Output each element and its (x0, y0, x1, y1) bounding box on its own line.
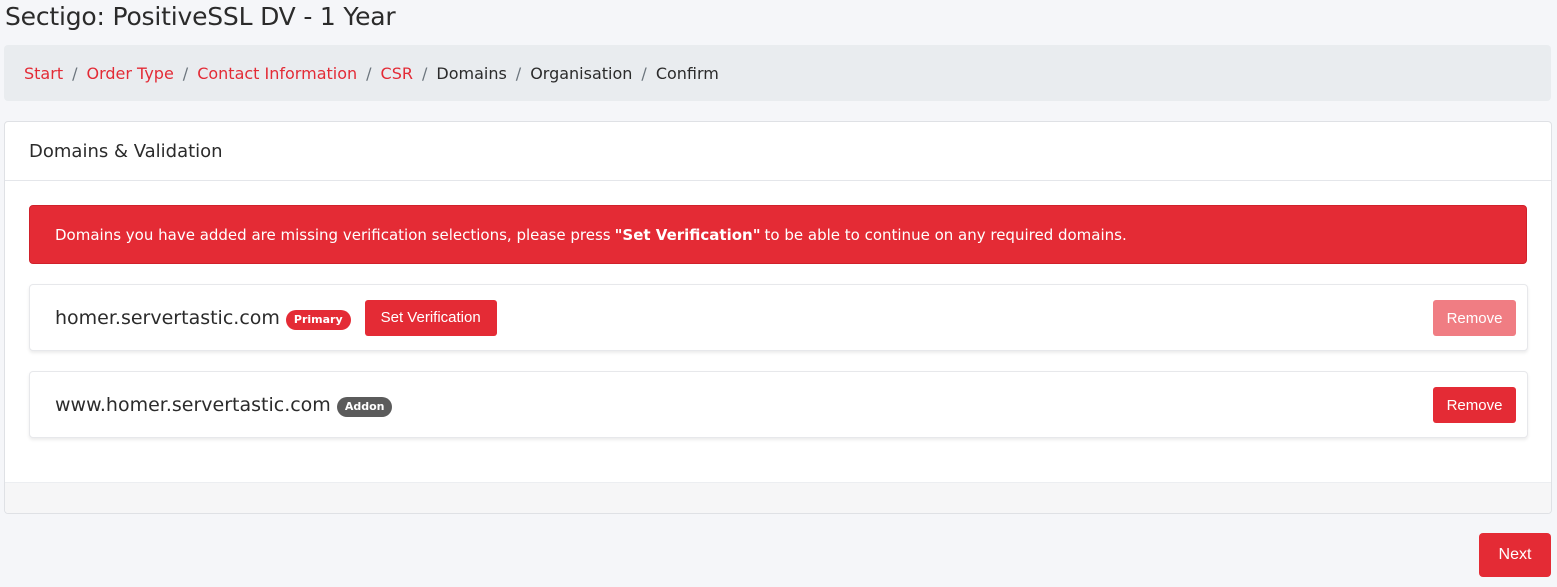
breadcrumb-confirm: Confirm (655, 63, 719, 83)
alert-emphasis: "Set Verification" (614, 225, 761, 244)
breadcrumb-domains: Domains (436, 63, 507, 83)
remove-button[interactable]: Remove (1433, 387, 1516, 423)
addon-badge: Addon (336, 396, 393, 417)
breadcrumb-contact-information-link[interactable]: Contact Information (197, 64, 357, 83)
breadcrumb-separator: / (182, 63, 189, 83)
alert-text-end: to be able to continue on any required d… (764, 225, 1127, 244)
domains-validation-card: Domains & Validation Domains you have ad… (4, 121, 1552, 514)
breadcrumb-csr-link[interactable]: CSR (381, 64, 413, 83)
domain-name: www.homer.servertastic.com (55, 393, 331, 416)
card-footer (5, 482, 1551, 513)
set-verification-button[interactable]: Set Verification (364, 299, 497, 336)
domain-row-addon: www.homer.servertastic.com Addon Remove (29, 371, 1528, 438)
breadcrumb-order-type-link[interactable]: Order Type (86, 64, 173, 83)
breadcrumb-separator: / (515, 63, 522, 83)
next-button[interactable]: Next (1479, 533, 1551, 577)
breadcrumb-organisation: Organisation (530, 63, 633, 83)
missing-verification-alert: Domains you have added are missing verif… (29, 205, 1527, 264)
breadcrumb-separator: / (72, 63, 78, 83)
domain-row-primary: homer.servertastic.com Primary Set Verif… (29, 284, 1528, 351)
card-title: Domains & Validation (5, 122, 1551, 181)
domain-name: homer.servertastic.com (55, 306, 280, 329)
breadcrumb-separator: / (366, 63, 372, 83)
breadcrumb-separator: / (421, 63, 428, 83)
page-title: Sectigo: PositiveSSL DV - 1 Year (5, 2, 396, 31)
alert-text: Domains you have added are missing verif… (55, 225, 611, 244)
breadcrumb-start-link[interactable]: Start (24, 64, 63, 83)
primary-badge: Primary (285, 309, 351, 330)
breadcrumb: Start / Order Type / Contact Information… (4, 45, 1551, 101)
remove-button-disabled: Remove (1433, 300, 1516, 336)
breadcrumb-separator: / (641, 63, 647, 83)
